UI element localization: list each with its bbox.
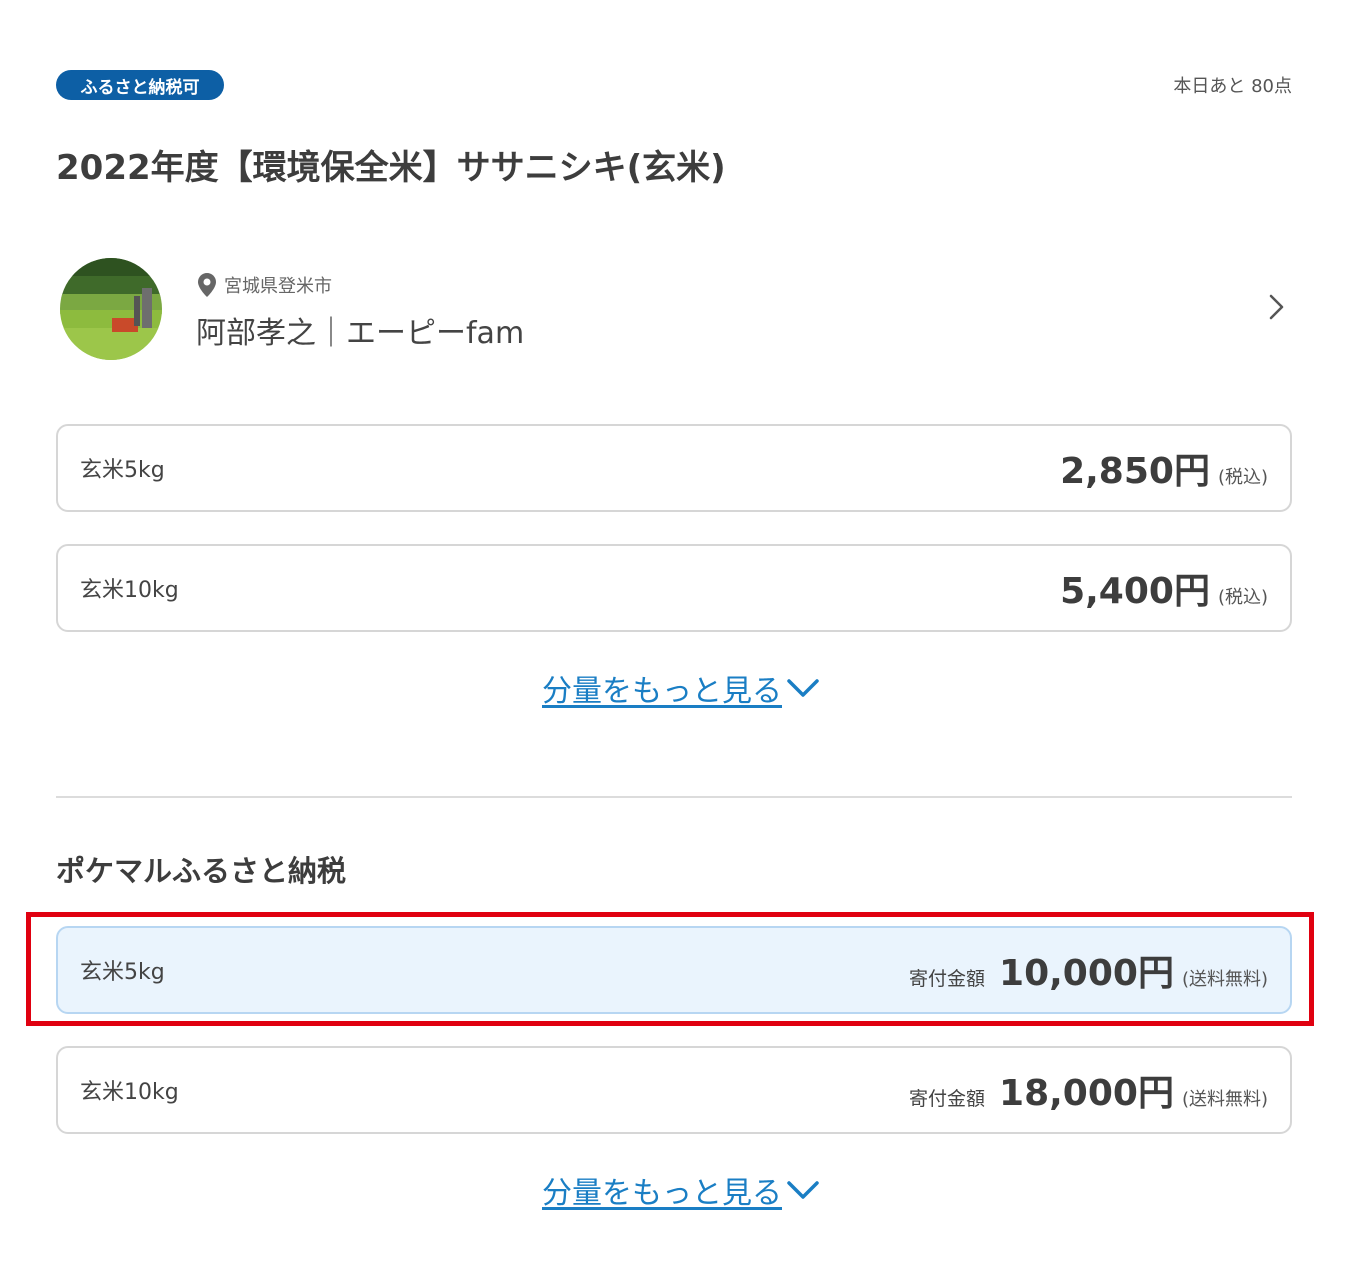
option-tax-note: (税込): [1217, 467, 1268, 488]
option-label: 玄米5kg: [80, 960, 165, 985]
option-label: 玄米5kg: [80, 458, 165, 483]
show-more-link[interactable]: 分量をもっと見る: [542, 1168, 782, 1212]
producer-avatar: [60, 258, 162, 360]
furusato-section-title: ポケマルふるさと納税: [56, 854, 347, 888]
option-price-group: 寄付金額 18,000円 (送料無料): [909, 1064, 1268, 1116]
producer-name[interactable]: 阿部孝之｜エーピーfam: [196, 308, 524, 352]
page-title: 2022年度【環境保全米】ササニシキ(玄米): [56, 148, 726, 188]
chevron-right-icon[interactable]: [1262, 292, 1292, 322]
option-furusato-10kg[interactable]: 玄米10kg 寄付金額 18,000円 (送料無料): [56, 1046, 1292, 1134]
location-text: 宮城県登米市: [224, 276, 332, 297]
furusato-badge: ふるさと納税可: [56, 70, 224, 100]
chevron-down-icon[interactable]: [786, 677, 820, 699]
option-tax-note: (税込): [1217, 587, 1268, 608]
option-furusato-5kg[interactable]: 玄米5kg 寄付金額 10,000円 (送料無料): [56, 926, 1292, 1014]
stock-remaining: 本日あと 80点: [1173, 76, 1292, 97]
show-more-regular[interactable]: 分量をもっと見る: [0, 666, 1362, 710]
option-price: 5,400円: [1060, 571, 1210, 612]
producer-card[interactable]: 宮城県登米市 阿部孝之｜エーピーfam: [56, 256, 1292, 362]
section-divider: [56, 796, 1292, 798]
chevron-down-icon[interactable]: [786, 1179, 820, 1201]
option-label: 玄米10kg: [80, 1080, 179, 1105]
option-price-group: 寄付金額 10,000円 (送料無料): [909, 944, 1268, 996]
option-price: 2,850円: [1060, 451, 1210, 492]
producer-location: 宮城県登米市: [198, 272, 332, 298]
map-pin-icon: [198, 273, 216, 297]
shipping-note: (送料無料): [1181, 969, 1268, 990]
option-regular-5kg[interactable]: 玄米5kg 2,850円 (税込): [56, 424, 1292, 512]
option-price-group: 2,850円 (税込): [1060, 442, 1268, 494]
option-label: 玄米10kg: [80, 578, 179, 603]
show-more-link[interactable]: 分量をもっと見る: [542, 666, 782, 710]
donation-label: 寄付金額: [909, 1088, 986, 1110]
option-price: 10,000円: [999, 953, 1174, 994]
option-price-group: 5,400円 (税込): [1060, 562, 1268, 614]
donation-label: 寄付金額: [909, 968, 986, 990]
shipping-note: (送料無料): [1181, 1089, 1268, 1110]
show-more-furusato[interactable]: 分量をもっと見る: [0, 1168, 1362, 1212]
option-price: 18,000円: [999, 1073, 1174, 1114]
option-regular-10kg[interactable]: 玄米10kg 5,400円 (税込): [56, 544, 1292, 632]
